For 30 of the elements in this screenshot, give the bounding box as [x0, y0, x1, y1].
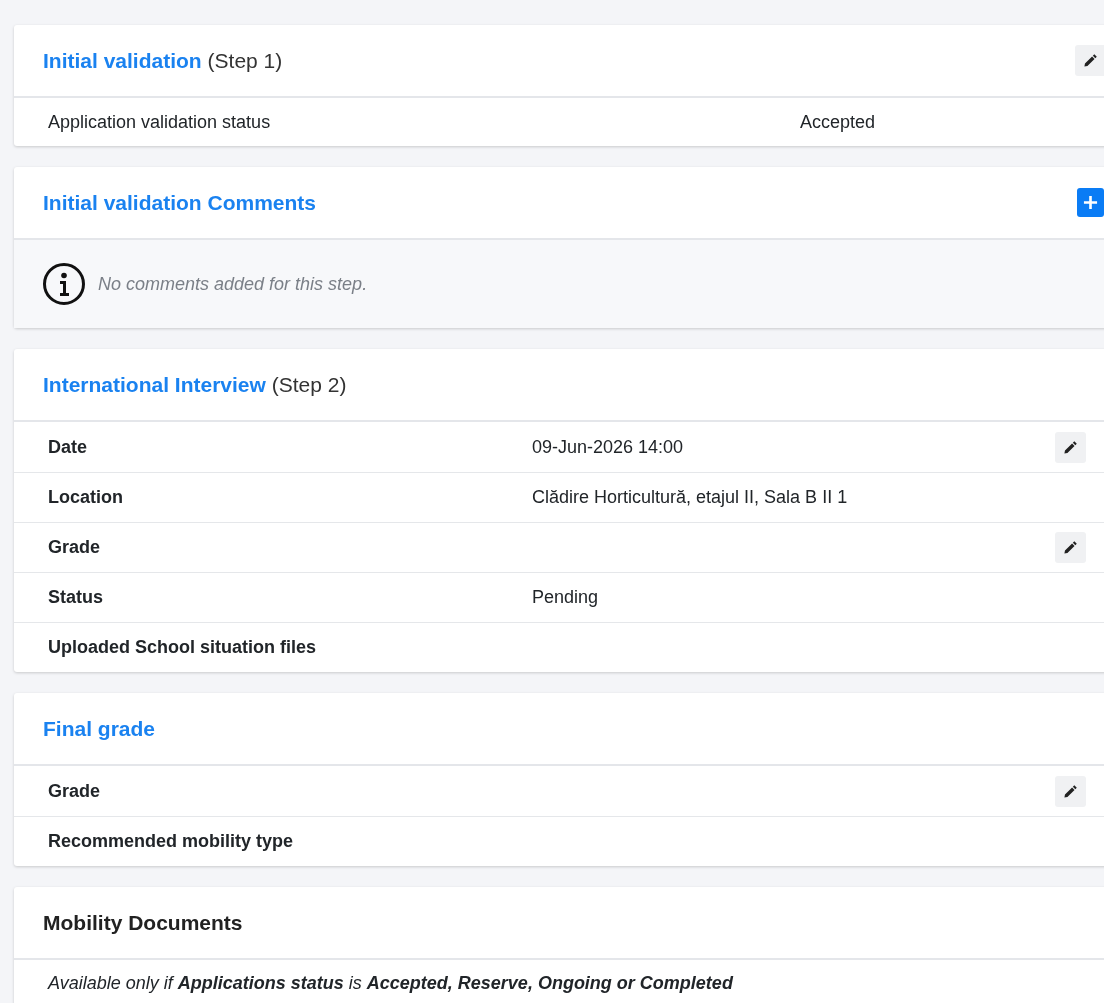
row-label: Grade — [48, 536, 102, 559]
row-label: Recommended mobility type — [48, 830, 295, 853]
pencil-icon — [1063, 783, 1078, 799]
empty-comments-message: No comments added for this step. — [98, 272, 368, 296]
section-title: Initial validation (Step 1) — [43, 47, 283, 74]
edit-button[interactable] — [1055, 775, 1086, 807]
info-icon — [42, 262, 86, 306]
add-button[interactable] — [1077, 188, 1104, 217]
edit-button[interactable] — [1055, 532, 1086, 563]
edit-button[interactable] — [1055, 431, 1086, 463]
row-value: Accepted — [800, 111, 876, 132]
row-label: Uploaded School situation files — [48, 636, 318, 659]
section-title: Initial validation Comments — [43, 189, 317, 216]
row-label: Application validation status — [48, 110, 272, 134]
availability-note: Available only if Applications status is Accepted, Reserve, Ongoing or Completed — [46, 972, 735, 995]
edit-button[interactable] — [1075, 45, 1104, 76]
row-label: Status — [48, 586, 104, 609]
row-value: Clădire Horticultură, etajul II, Sala B II 1 — [532, 487, 848, 507]
section-title: International Interview (Step 2) — [43, 371, 347, 398]
row-label: Location — [48, 486, 124, 509]
plus-icon — [1083, 195, 1098, 210]
section-title: Mobility Documents — [43, 909, 243, 936]
pencil-icon — [1063, 540, 1078, 555]
pencil-icon — [1083, 53, 1098, 68]
row-label: Date — [48, 435, 88, 459]
section-title: Final grade — [43, 715, 156, 742]
pencil-icon — [1063, 439, 1078, 455]
row-label: Grade — [48, 779, 102, 803]
row-value: 09-Jun-2026 14:00 — [532, 436, 684, 457]
row-value: Pending — [532, 587, 599, 607]
